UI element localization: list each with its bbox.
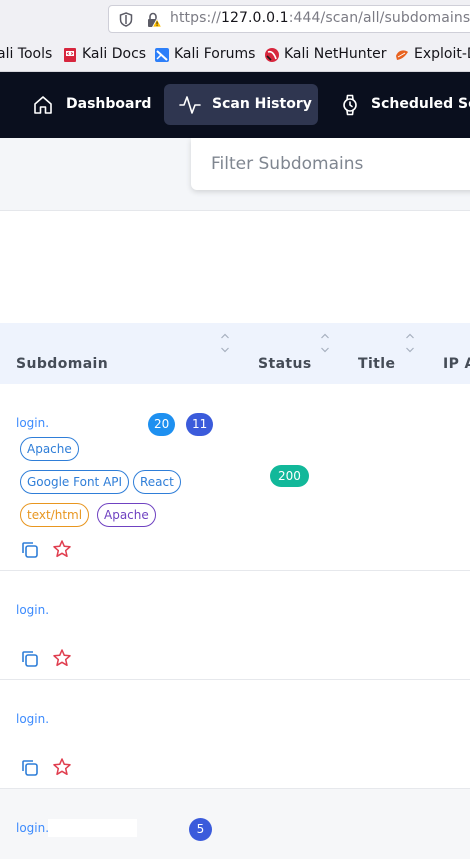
nav-scan-history[interactable]: Scan History xyxy=(164,84,318,125)
top-navigation: Dashboard Scan History Scheduled Sca xyxy=(0,72,470,138)
vulnerability-count-badge[interactable]: 11 xyxy=(186,413,214,436)
sort-icon[interactable] xyxy=(320,332,330,354)
insecure-lock-icon[interactable] xyxy=(146,12,162,28)
status-code-badge: 200 xyxy=(270,465,309,487)
vulnerability-count-badge[interactable]: 5 xyxy=(189,818,212,841)
column-header-title[interactable]: Title xyxy=(358,356,395,372)
star-icon[interactable] xyxy=(52,648,72,668)
technology-tag[interactable]: Apache xyxy=(20,437,79,461)
exploit-db-icon xyxy=(396,50,408,60)
url-bar[interactable]: https://127.0.0.1:444/scan/all/subdomain… xyxy=(108,5,470,33)
nav-scheduled-scans-label: Scheduled Sca xyxy=(371,96,470,112)
browser-toolbar: https://127.0.0.1:444/scan/all/subdomain… xyxy=(0,0,470,38)
column-header-subdomain[interactable]: Subdomain xyxy=(16,356,108,372)
filter-box xyxy=(191,138,470,190)
copy-icon[interactable] xyxy=(20,540,40,560)
technology-tag[interactable]: Google Font API xyxy=(20,470,130,494)
url-text[interactable]: https://127.0.0.1:444/scan/all/subdomain… xyxy=(170,10,470,26)
activity-icon xyxy=(179,96,201,114)
filter-subdomains-input[interactable] xyxy=(191,138,470,190)
star-icon[interactable] xyxy=(52,757,72,777)
url-path: :444/scan/all/subdomains xyxy=(288,10,470,26)
sort-icon[interactable] xyxy=(405,332,415,354)
nav-dashboard[interactable]: Dashboard xyxy=(22,84,156,125)
table-row: login. 5 xyxy=(0,789,470,859)
column-header-status[interactable]: Status xyxy=(258,356,312,372)
home-icon xyxy=(34,96,52,114)
bookmark-kali-tools[interactable]: ali Tools xyxy=(0,46,52,62)
url-host: 127.0.0.1 xyxy=(220,10,289,26)
sort-icon[interactable] xyxy=(220,332,230,354)
kali-forums-icon xyxy=(155,48,169,62)
kali-docs-icon xyxy=(64,48,76,62)
bookmarks-bar: ali Tools Kali Docs Kali Forums Kali Net… xyxy=(0,38,470,72)
shield-icon[interactable] xyxy=(119,12,133,27)
content-type-tag[interactable]: text/html xyxy=(20,503,90,527)
subdomain-link[interactable]: login. xyxy=(16,821,49,835)
url-scheme: https:// xyxy=(170,10,221,26)
technology-tag[interactable]: React xyxy=(133,470,181,494)
column-header-ip-address[interactable]: IP A xyxy=(443,356,470,372)
bookmark-exploit-db[interactable]: Exploit-D xyxy=(414,46,470,62)
subdomain-link[interactable]: login. xyxy=(16,712,49,726)
table-row: login. xyxy=(0,680,470,789)
nav-scheduled-scans[interactable]: Scheduled Sca xyxy=(330,84,470,125)
star-icon[interactable] xyxy=(52,539,72,559)
subdomain-link[interactable]: login. xyxy=(16,603,49,617)
copy-icon[interactable] xyxy=(20,758,40,778)
copy-icon[interactable] xyxy=(20,649,40,669)
table-header: Subdomain Status Title IP A xyxy=(0,323,470,384)
watch-icon xyxy=(343,94,357,116)
bookmark-kali-nethunter[interactable]: Kali NetHunter xyxy=(284,46,386,62)
nav-dashboard-label: Dashboard xyxy=(66,96,152,112)
webserver-tag[interactable]: Apache xyxy=(97,503,156,527)
nav-scan-history-label: Scan History xyxy=(212,96,312,112)
table-row: login. xyxy=(0,571,470,680)
filter-area xyxy=(0,138,470,211)
endpoint-count-badge[interactable]: 20 xyxy=(148,413,176,436)
table-row: login. 20 11 Apache Google Font API Reac… xyxy=(0,384,470,571)
bookmark-kali-docs[interactable]: Kali Docs xyxy=(82,46,146,62)
subdomain-link[interactable]: login. xyxy=(16,416,49,430)
bookmark-kali-forums[interactable]: Kali Forums xyxy=(174,46,255,62)
kali-nethunter-icon xyxy=(265,48,279,62)
redacted-text xyxy=(48,819,137,837)
